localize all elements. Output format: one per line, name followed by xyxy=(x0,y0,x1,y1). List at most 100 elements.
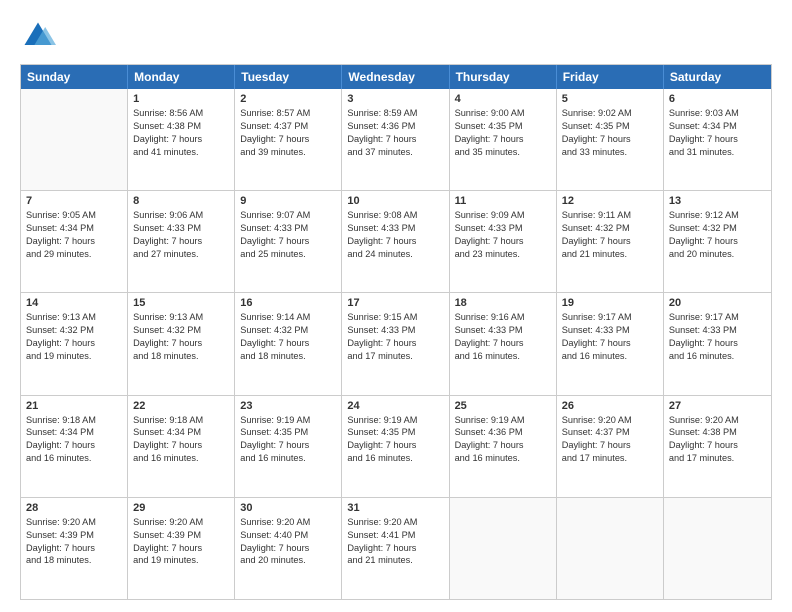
day-number: 1 xyxy=(133,93,229,105)
daylight-text-2: and 16 minutes. xyxy=(133,452,229,465)
day-cell-26: 26Sunrise: 9:20 AMSunset: 4:37 PMDayligh… xyxy=(557,396,664,497)
sunset-text: Sunset: 4:33 PM xyxy=(455,324,551,337)
calendar: SundayMondayTuesdayWednesdayThursdayFrid… xyxy=(20,64,772,600)
day-number: 21 xyxy=(26,400,122,412)
sunset-text: Sunset: 4:34 PM xyxy=(26,426,122,439)
day-cell-21: 21Sunrise: 9:18 AMSunset: 4:34 PMDayligh… xyxy=(21,396,128,497)
day-number: 15 xyxy=(133,297,229,309)
daylight-text-2: and 19 minutes. xyxy=(133,554,229,567)
sunset-text: Sunset: 4:33 PM xyxy=(133,222,229,235)
daylight-text-1: Daylight: 7 hours xyxy=(562,235,658,248)
sunrise-text: Sunrise: 8:59 AM xyxy=(347,107,443,120)
day-number: 8 xyxy=(133,195,229,207)
day-cell-16: 16Sunrise: 9:14 AMSunset: 4:32 PMDayligh… xyxy=(235,293,342,394)
calendar-row-5: 28Sunrise: 9:20 AMSunset: 4:39 PMDayligh… xyxy=(21,497,771,599)
sunrise-text: Sunrise: 9:02 AM xyxy=(562,107,658,120)
day-cell-22: 22Sunrise: 9:18 AMSunset: 4:34 PMDayligh… xyxy=(128,396,235,497)
day-cell-18: 18Sunrise: 9:16 AMSunset: 4:33 PMDayligh… xyxy=(450,293,557,394)
daylight-text-1: Daylight: 7 hours xyxy=(133,235,229,248)
day-number: 18 xyxy=(455,297,551,309)
sunrise-text: Sunrise: 9:18 AM xyxy=(26,414,122,427)
daylight-text-2: and 25 minutes. xyxy=(240,248,336,261)
sunset-text: Sunset: 4:33 PM xyxy=(347,324,443,337)
daylight-text-2: and 18 minutes. xyxy=(26,554,122,567)
sunrise-text: Sunrise: 9:13 AM xyxy=(26,311,122,324)
day-cell-24: 24Sunrise: 9:19 AMSunset: 4:35 PMDayligh… xyxy=(342,396,449,497)
calendar-row-1: 1Sunrise: 8:56 AMSunset: 4:38 PMDaylight… xyxy=(21,89,771,190)
day-cell-28: 28Sunrise: 9:20 AMSunset: 4:39 PMDayligh… xyxy=(21,498,128,599)
sunrise-text: Sunrise: 9:19 AM xyxy=(455,414,551,427)
day-number: 28 xyxy=(26,502,122,514)
sunrise-text: Sunrise: 9:20 AM xyxy=(347,516,443,529)
daylight-text-2: and 20 minutes. xyxy=(669,248,766,261)
day-number: 23 xyxy=(240,400,336,412)
day-cell-20: 20Sunrise: 9:17 AMSunset: 4:33 PMDayligh… xyxy=(664,293,771,394)
weekday-header-thursday: Thursday xyxy=(450,65,557,89)
sunrise-text: Sunrise: 9:06 AM xyxy=(133,209,229,222)
daylight-text-2: and 21 minutes. xyxy=(562,248,658,261)
sunrise-text: Sunrise: 9:19 AM xyxy=(240,414,336,427)
day-cell-15: 15Sunrise: 9:13 AMSunset: 4:32 PMDayligh… xyxy=(128,293,235,394)
sunset-text: Sunset: 4:34 PM xyxy=(669,120,766,133)
daylight-text-2: and 16 minutes. xyxy=(455,350,551,363)
weekday-header-saturday: Saturday xyxy=(664,65,771,89)
daylight-text-2: and 33 minutes. xyxy=(562,146,658,159)
sunset-text: Sunset: 4:32 PM xyxy=(669,222,766,235)
daylight-text-1: Daylight: 7 hours xyxy=(455,133,551,146)
day-number: 31 xyxy=(347,502,443,514)
sunset-text: Sunset: 4:36 PM xyxy=(347,120,443,133)
day-number: 13 xyxy=(669,195,766,207)
sunrise-text: Sunrise: 9:20 AM xyxy=(133,516,229,529)
sunrise-text: Sunrise: 8:56 AM xyxy=(133,107,229,120)
day-number: 9 xyxy=(240,195,336,207)
sunset-text: Sunset: 4:35 PM xyxy=(562,120,658,133)
day-cell-12: 12Sunrise: 9:11 AMSunset: 4:32 PMDayligh… xyxy=(557,191,664,292)
day-cell-13: 13Sunrise: 9:12 AMSunset: 4:32 PMDayligh… xyxy=(664,191,771,292)
day-number: 26 xyxy=(562,400,658,412)
daylight-text-2: and 16 minutes. xyxy=(240,452,336,465)
sunrise-text: Sunrise: 9:15 AM xyxy=(347,311,443,324)
sunset-text: Sunset: 4:33 PM xyxy=(455,222,551,235)
logo xyxy=(20,18,60,54)
day-number: 14 xyxy=(26,297,122,309)
day-cell-9: 9Sunrise: 9:07 AMSunset: 4:33 PMDaylight… xyxy=(235,191,342,292)
daylight-text-1: Daylight: 7 hours xyxy=(240,235,336,248)
day-number: 4 xyxy=(455,93,551,105)
daylight-text-1: Daylight: 7 hours xyxy=(347,439,443,452)
day-cell-5: 5Sunrise: 9:02 AMSunset: 4:35 PMDaylight… xyxy=(557,89,664,190)
daylight-text-2: and 35 minutes. xyxy=(455,146,551,159)
sunset-text: Sunset: 4:41 PM xyxy=(347,529,443,542)
sunrise-text: Sunrise: 9:11 AM xyxy=(562,209,658,222)
daylight-text-1: Daylight: 7 hours xyxy=(133,542,229,555)
daylight-text-1: Daylight: 7 hours xyxy=(562,337,658,350)
sunrise-text: Sunrise: 9:19 AM xyxy=(347,414,443,427)
day-number: 24 xyxy=(347,400,443,412)
sunrise-text: Sunrise: 9:00 AM xyxy=(455,107,551,120)
daylight-text-2: and 16 minutes. xyxy=(26,452,122,465)
daylight-text-2: and 16 minutes. xyxy=(455,452,551,465)
day-number: 7 xyxy=(26,195,122,207)
empty-cell xyxy=(664,498,771,599)
daylight-text-1: Daylight: 7 hours xyxy=(240,439,336,452)
sunset-text: Sunset: 4:34 PM xyxy=(26,222,122,235)
day-cell-10: 10Sunrise: 9:08 AMSunset: 4:33 PMDayligh… xyxy=(342,191,449,292)
day-number: 27 xyxy=(669,400,766,412)
day-number: 3 xyxy=(347,93,443,105)
daylight-text-2: and 29 minutes. xyxy=(26,248,122,261)
empty-cell xyxy=(450,498,557,599)
daylight-text-1: Daylight: 7 hours xyxy=(347,235,443,248)
sunset-text: Sunset: 4:40 PM xyxy=(240,529,336,542)
day-number: 20 xyxy=(669,297,766,309)
calendar-row-2: 7Sunrise: 9:05 AMSunset: 4:34 PMDaylight… xyxy=(21,190,771,292)
sunset-text: Sunset: 4:33 PM xyxy=(240,222,336,235)
calendar-body: 1Sunrise: 8:56 AMSunset: 4:38 PMDaylight… xyxy=(21,89,771,599)
day-number: 17 xyxy=(347,297,443,309)
day-number: 25 xyxy=(455,400,551,412)
daylight-text-2: and 17 minutes. xyxy=(669,452,766,465)
daylight-text-1: Daylight: 7 hours xyxy=(133,439,229,452)
sunrise-text: Sunrise: 9:12 AM xyxy=(669,209,766,222)
sunrise-text: Sunrise: 9:20 AM xyxy=(669,414,766,427)
day-number: 10 xyxy=(347,195,443,207)
header xyxy=(20,18,772,54)
daylight-text-1: Daylight: 7 hours xyxy=(240,337,336,350)
